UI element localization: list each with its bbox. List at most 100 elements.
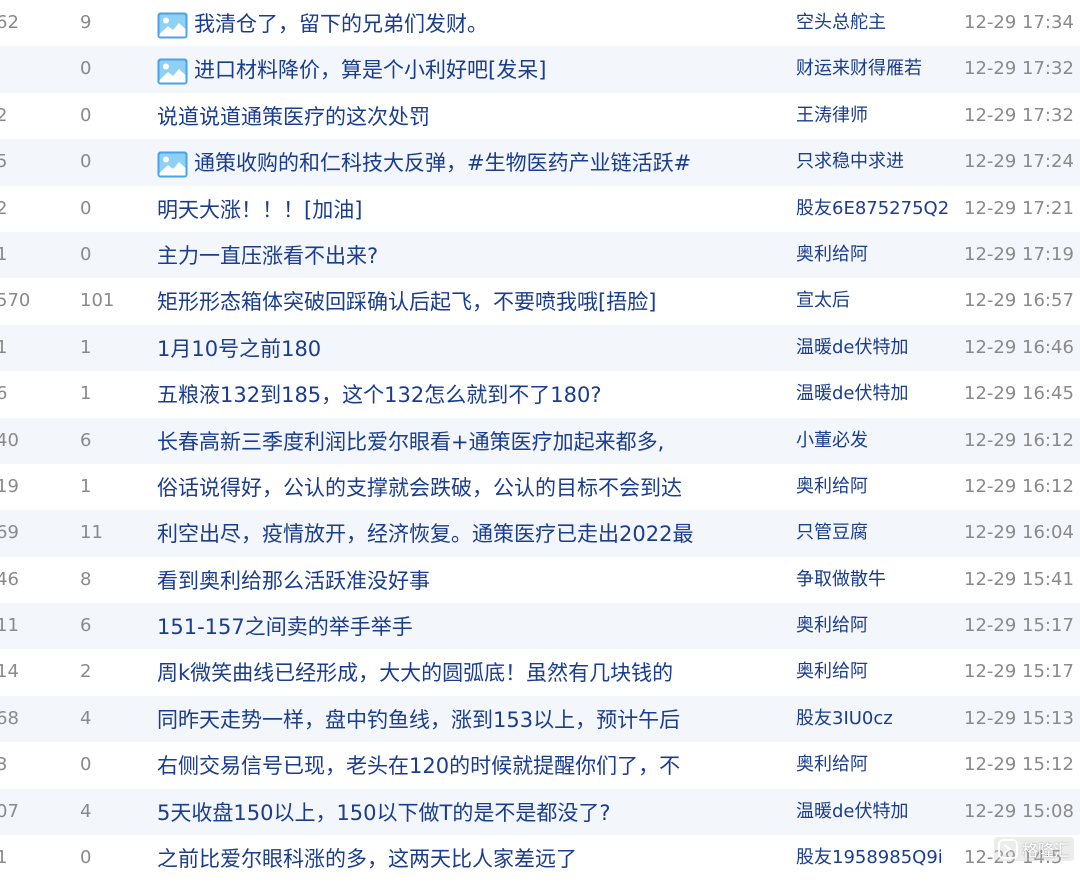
post-title-link[interactable]: 1月10号之前180 (157, 325, 787, 372)
watermark: 格隆汇 (993, 837, 1074, 861)
post-time: 12-29 17:32 (964, 58, 1074, 80)
author-link[interactable]: 王涛律师 (796, 93, 956, 139)
post-row[interactable]: 5 0 通策收购的和仁科技大反弹，#生物医药产业链活跃# 只求稳中求进 12-29 17… (0, 139, 1080, 186)
post-row[interactable]: 19 1 俗话说得好，公认的支撑就会跌破，公认的目标不会到达 奥利给阿 12-29 16… (0, 464, 1080, 510)
post-title-text: 同昨天走势一样，盘中钓鱼线，涨到153以上，预计午后 (157, 707, 681, 732)
post-time: 12-29 16:57 (964, 290, 1074, 312)
post-title-link[interactable]: 俗话说得好，公认的支撑就会跌破，公认的目标不会到达 (157, 464, 787, 511)
post-row[interactable]: 1 0 主力一直压涨看不出来? 奥利给阿 12-29 17:19 (0, 231, 1080, 279)
author-link[interactable]: 股友1958985Q9i (796, 835, 956, 881)
post-row[interactable]: 46 8 看到奥利给那么活跃准没好事 争取做散牛 12-29 15:41 (0, 557, 1080, 603)
post-time: 12-29 15:13 (964, 707, 1074, 729)
reply-count: 1 (80, 336, 92, 358)
author-link[interactable]: 空头总舵主 (796, 0, 956, 46)
author-link[interactable]: 财运来财得雁若 (796, 46, 956, 92)
post-title-link[interactable]: 看到奥利给那么活跃准没好事 (157, 557, 787, 604)
post-title-link[interactable]: 五粮液132到185，这个132怎么就到不了180? (157, 371, 787, 418)
post-title-link[interactable]: 长春高新三季度利润比爱尔眼看+通策医疗加起来都多, (157, 418, 787, 465)
author-link[interactable]: 股友3IU0cz (796, 696, 956, 742)
post-title-text: 1月10号之前180 (157, 336, 322, 361)
post-title-link[interactable]: 151-157之间卖的举手举手 (157, 603, 787, 650)
post-title-link[interactable]: 矩形形态箱体突破回踩确认后起飞，不要喷我哦[捂脸] (157, 278, 787, 325)
author-link[interactable]: 奥利给阿 (796, 649, 956, 695)
post-title-link[interactable]: 说道说道通策医疗的这次处罚 (157, 93, 787, 140)
post-title-text: 151-157之间卖的举手举手 (157, 614, 413, 639)
author-link[interactable]: 小董必发 (796, 418, 956, 464)
watermark-text: 格隆汇 (1021, 841, 1070, 860)
post-title-link[interactable]: 主力一直压涨看不出来? (157, 232, 787, 279)
reply-count: 101 (80, 290, 115, 312)
post-time: 12-29 15:12 (964, 754, 1074, 776)
author-link[interactable]: 奥利给阿 (796, 464, 956, 510)
post-title-link[interactable]: 5天收盘150以上，150以下做T的是不是都没了? (157, 789, 787, 836)
post-title-text: 俗话说得好，公认的支撑就会跌破，公认的目标不会到达 (157, 475, 682, 500)
post-row[interactable]: 40 6 长春高新三季度利润比爱尔眼看+通策医疗加起来都多, 小董必发 12-29 16… (0, 417, 1080, 465)
author-link[interactable]: 只求稳中求进 (796, 139, 956, 185)
post-row[interactable]: 62 9 我清仓了，留下的兄弟们发财。 空头总舵主 12-29 17:34 (0, 0, 1080, 46)
post-title-link[interactable]: 明天大涨！！！[加油] (157, 186, 787, 233)
post-title-link[interactable]: 进口材料降价，算是个小利好吧[发呆] (157, 46, 787, 93)
author-link[interactable]: 奥利给阿 (796, 603, 956, 649)
author-link[interactable]: 温暖de伏特加 (796, 371, 956, 417)
post-row[interactable]: 69 11 利空出尽，疫情放开，经济恢复。通策医疗已走出2022最 只管豆腐 12-29… (0, 510, 1080, 557)
read-count: 62 (0, 12, 19, 33)
post-row[interactable]: 68 4 同昨天走势一样，盘中钓鱼线，涨到153以上，预计午后 股友3IU0cz 12-… (0, 695, 1080, 743)
post-row[interactable]: 6 1 五粮液132到185，这个132怎么就到不了180? 温暖de伏特加 12-29… (0, 371, 1080, 417)
reply-count: 4 (80, 800, 92, 822)
post-row[interactable]: 570 101 矩形形态箱体突破回踩确认后起飞，不要喷我哦[捂脸] 宣太后 12-29 … (0, 278, 1080, 324)
post-time: 12-29 17:21 (964, 197, 1074, 219)
author-link[interactable]: 只管豆腐 (796, 510, 956, 556)
read-count: 68 (0, 707, 19, 729)
read-count: 2 (0, 197, 8, 219)
post-title-link[interactable]: 周k微笑曲线已经形成，大大的圆弧底！虽然有几块钱的 (157, 649, 787, 696)
post-title-text: 矩形形态箱体突破回踩确认后起飞，不要喷我哦[捂脸] (157, 290, 657, 315)
post-row[interactable]: 0 进口材料降价，算是个小利好吧[发呆] 财运来财得雁若 12-29 17:32 (0, 46, 1080, 93)
post-row[interactable]: 1 1 1月10号之前180 温暖de伏特加 12-29 16:46 (0, 324, 1080, 372)
reply-count: 0 (80, 197, 92, 219)
post-title-link[interactable]: 我清仓了，留下的兄弟们发财。 (157, 0, 787, 47)
read-count: 1 (0, 243, 8, 265)
reply-count: 9 (80, 12, 92, 33)
post-row[interactable]: 11 6 151-157之间卖的举手举手 奥利给阿 12-29 15:17 (0, 603, 1080, 650)
post-row[interactable]: 3 0 右侧交易信号已现，老头在120的时候就提醒你们了，不 奥利给阿 12-29 15… (0, 742, 1080, 788)
author-link[interactable]: 奥利给阿 (796, 232, 956, 278)
post-time: 12-29 15:08 (964, 800, 1074, 822)
author-link[interactable]: 温暖de伏特加 (796, 789, 956, 835)
reply-count: 0 (80, 104, 92, 126)
read-count: 46 (0, 568, 19, 590)
read-count: 2 (0, 104, 8, 126)
author-link[interactable]: 股友6E875275Q2 (796, 186, 956, 232)
post-row[interactable]: 1 0 之前比爱尔眼科涨的多，这两天比人家差远了 股友1958985Q9i 12-29 … (0, 835, 1080, 881)
reply-count: 0 (80, 58, 92, 80)
post-row[interactable]: 07 4 5天收盘150以上，150以下做T的是不是都没了? 温暖de伏特加 12-29… (0, 788, 1080, 836)
post-time: 12-29 15:41 (964, 568, 1074, 590)
post-title-link[interactable]: 右侧交易信号已现，老头在120的时候就提醒你们了，不 (157, 742, 787, 789)
forum-post-list: 62 9 我清仓了，留下的兄弟们发财。 空头总舵主 12-29 17:34 0 进口材料降价… (0, 0, 1080, 881)
post-title-text: 周k微笑曲线已经形成，大大的圆弧底！虽然有几块钱的 (157, 661, 674, 686)
post-time: 12-29 16:46 (964, 336, 1074, 358)
post-title-text: 通策收购的和仁科技大反弹，#生物医药产业链活跃# (194, 150, 692, 175)
read-count: 14 (0, 661, 19, 683)
post-title-text: 长春高新三季度利润比爱尔眼看+通策医疗加起来都多, (157, 429, 665, 454)
post-row[interactable]: 2 0 说道说道通策医疗的这次处罚 王涛律师 12-29 17:32 (0, 93, 1080, 139)
post-time: 12-29 17:24 (964, 151, 1074, 173)
post-title-link[interactable]: 利空出尽，疫情放开，经济恢复。通策医疗已走出2022最 (157, 510, 787, 557)
post-title-text: 5天收盘150以上，150以下做T的是不是都没了? (157, 800, 611, 825)
image-attachment-icon (157, 55, 188, 85)
post-time: 12-29 17:32 (964, 104, 1074, 126)
post-title-link[interactable]: 之前比爱尔眼科涨的多，这两天比人家差远了 (157, 835, 787, 882)
post-title-link[interactable]: 同昨天走势一样，盘中钓鱼线，涨到153以上，预计午后 (157, 696, 787, 743)
post-title-text: 看到奥利给那么活跃准没好事 (157, 568, 430, 593)
post-time: 12-29 15:17 (964, 661, 1074, 683)
author-link[interactable]: 奥利给阿 (796, 742, 956, 788)
post-title-text: 利空出尽，疫情放开，经济恢复。通策医疗已走出2022最 (157, 522, 694, 547)
post-time: 12-29 16:45 (964, 383, 1074, 405)
post-time: 12-29 15:17 (964, 615, 1074, 637)
post-row[interactable]: 14 2 周k微笑曲线已经形成，大大的圆弧底！虽然有几块钱的 奥利给阿 12-29 15… (0, 649, 1080, 695)
author-link[interactable]: 温暖de伏特加 (796, 325, 956, 371)
author-link[interactable]: 争取做散牛 (796, 557, 956, 603)
author-link[interactable]: 宣太后 (796, 278, 956, 324)
post-row[interactable]: 2 0 明天大涨！！！[加油] 股友6E875275Q2 12-29 17:21 (0, 186, 1080, 232)
post-title-link[interactable]: 通策收购的和仁科技大反弹，#生物医药产业链活跃# (157, 139, 787, 186)
reply-count: 8 (80, 568, 92, 590)
